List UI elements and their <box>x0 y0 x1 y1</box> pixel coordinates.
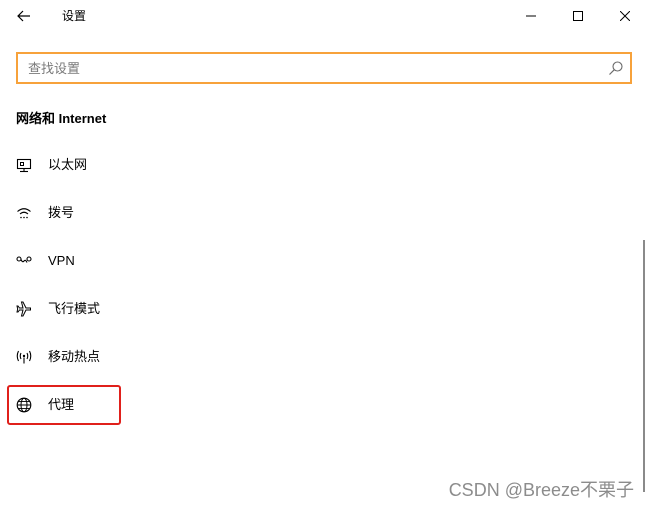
close-button[interactable] <box>602 0 648 32</box>
title-bar: 设置 <box>0 0 648 32</box>
maximize-button[interactable] <box>555 0 601 32</box>
nav-item-label: 代理 <box>48 397 75 412</box>
vpn-icon <box>16 253 32 269</box>
minimize-button[interactable] <box>508 0 554 32</box>
nav-item-ethernet[interactable]: 以太网 <box>8 144 228 186</box>
back-button[interactable] <box>8 3 40 29</box>
close-icon <box>620 11 630 21</box>
nav-item-label: 飞行模式 <box>48 301 101 316</box>
maximize-icon <box>573 11 583 21</box>
globe-icon <box>16 397 32 413</box>
nav-item-label: VPN <box>48 253 75 268</box>
nav-item-label: 以太网 <box>48 157 88 172</box>
dialup-icon <box>16 205 32 221</box>
minimize-icon <box>526 15 536 17</box>
nav-item-mobile-hotspot[interactable]: 移动热点 <box>8 336 228 378</box>
nav-item-airplane-mode[interactable]: 飞行模式 <box>8 288 228 330</box>
back-arrow-icon <box>17 10 30 22</box>
nav-item-label: 移动热点 <box>48 349 101 364</box>
hotspot-icon <box>16 349 32 365</box>
nav-item-label: 拨号 <box>48 205 75 220</box>
nav-item-dialup[interactable]: 拨号 <box>8 192 228 234</box>
search-input[interactable] <box>28 54 598 82</box>
scrollbar[interactable] <box>643 240 645 492</box>
section-heading: 网络和 Internet <box>16 111 107 126</box>
settings-window: 设置 网络和 Internet <box>0 0 648 508</box>
search-icon[interactable] <box>608 60 624 76</box>
search-box[interactable] <box>16 52 632 84</box>
ethernet-icon <box>16 157 32 173</box>
nav-item-vpn[interactable]: VPN <box>8 240 228 282</box>
nav-item-proxy[interactable]: 代理 <box>7 385 121 425</box>
app-title: 设置 <box>62 9 87 23</box>
watermark: CSDN @Breeze不栗子 <box>448 480 634 500</box>
airplane-icon <box>16 301 32 317</box>
